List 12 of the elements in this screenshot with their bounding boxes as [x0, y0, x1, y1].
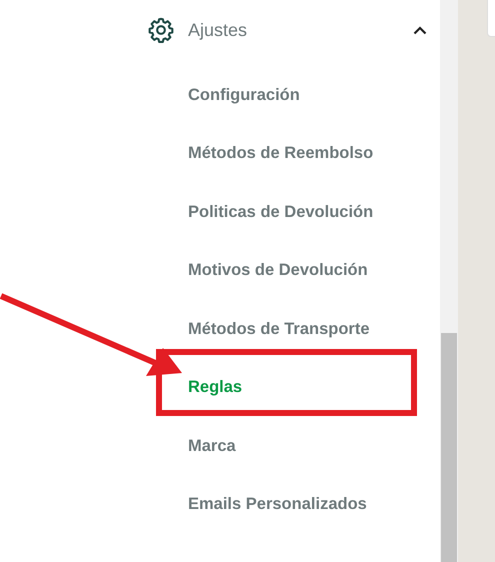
sidebar-item[interactable]: Métodos de Reembolso [188, 144, 374, 164]
sidebar-item[interactable]: Marca [188, 436, 236, 456]
sidebar-item[interactable]: Métodos de Transporte [188, 320, 370, 339]
sidebar-item[interactable]: Emails Personalizados [188, 495, 367, 514]
caret-icon[interactable] [413, 26, 427, 34]
section-label[interactable]: Ajustes [188, 20, 413, 40]
scrollbar-thumb[interactable] [441, 333, 457, 562]
sidebar-item[interactable]: Motivos de Devolución [188, 261, 368, 280]
sidebar-item[interactable]: Politicas de Devolución [188, 202, 374, 222]
sidebar-item[interactable]: Configuración [188, 86, 300, 105]
settings-icon [147, 16, 175, 44]
sidebar-item[interactable]: Reglas [188, 378, 242, 398]
